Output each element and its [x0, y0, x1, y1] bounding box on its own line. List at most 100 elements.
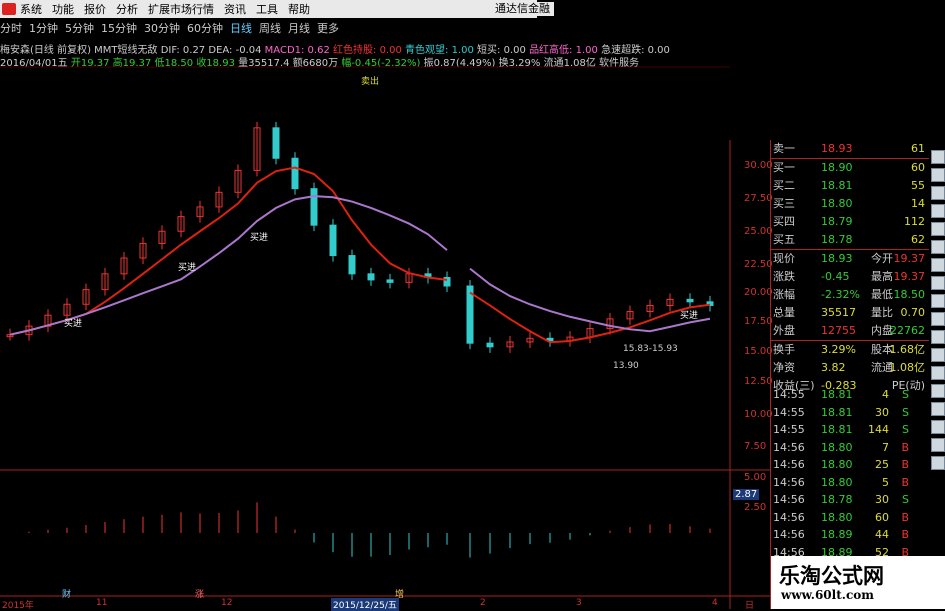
price-tick: 27.50	[744, 193, 773, 204]
stat-row: 总量 35517 量比 0.70	[771, 304, 929, 322]
buy-signal: 买进	[178, 263, 197, 273]
tick-side: B	[901, 475, 909, 489]
price-tick: 25.00	[744, 226, 773, 237]
stat-label: 量比	[871, 306, 893, 319]
stat-value: 3.82	[821, 361, 846, 374]
tick-time: 14:56	[773, 528, 805, 541]
toolbar-icon[interactable]	[931, 276, 945, 290]
toolbar-icon[interactable]	[931, 312, 945, 326]
toolbar-icon[interactable]	[931, 330, 945, 344]
tick-side: S	[902, 405, 909, 419]
tick-volume: 7	[882, 440, 889, 454]
toolbar-icon[interactable]	[931, 348, 945, 362]
order-label: 买一	[773, 161, 795, 174]
toolbar-icon[interactable]	[931, 366, 945, 380]
tick-volume: 5	[882, 475, 889, 489]
toolbar-icon[interactable]	[931, 438, 945, 452]
price-tick: 22.50	[744, 259, 773, 270]
stat-label: 换手	[773, 343, 795, 356]
price-axis: 30.00 27.50 25.00 22.50 20.00 17.50 15.0…	[730, 0, 773, 609]
tick-time: 14:56	[773, 440, 805, 454]
toolbar-icon[interactable]	[931, 204, 945, 218]
buy-signal: 买进	[64, 319, 83, 329]
price-tick: 7.50	[744, 441, 767, 452]
ma-purple-line	[469, 267, 711, 333]
toolbar-icon[interactable]	[931, 240, 945, 254]
stat-value: 35517	[821, 306, 856, 319]
tick-volume: 25	[875, 458, 889, 471]
stat-value: 1.68亿	[889, 343, 926, 356]
toolbar-icon[interactable]	[931, 420, 945, 434]
price-tick: 30.00	[744, 160, 773, 171]
stat-value: 1.08亿	[889, 361, 926, 374]
stat-row: 外盘 12755 内盘 22762	[771, 322, 929, 340]
stat-value: 18.50	[893, 288, 926, 301]
tick-volume: 60	[875, 510, 889, 524]
tick-side: B	[901, 528, 909, 541]
stat-label: 外盘	[773, 324, 795, 337]
stat-label: 今开	[871, 252, 893, 265]
candle	[486, 342, 494, 348]
date-tick: 11	[96, 598, 108, 608]
toolbar-icon[interactable]	[931, 456, 945, 470]
tick-time: 14:56	[773, 458, 805, 471]
range-label: 15.83-15.93	[623, 344, 678, 354]
stat-label: 涨跌	[773, 270, 795, 283]
candlestick-chart[interactable]	[0, 0, 770, 609]
tick-side: S	[902, 423, 909, 436]
stat-value: 19.37	[893, 252, 926, 265]
price-tick: 12.50	[744, 376, 773, 387]
stat-value: 19.37	[893, 270, 926, 283]
tick-price: 18.80	[821, 440, 853, 454]
tick-list[interactable]: 14:55 18.81 4 S 14:55 18.81 30 S 14:55 18.81 144…	[771, 386, 929, 561]
order-label: 买三	[773, 197, 795, 210]
toolbar-icon[interactable]	[931, 384, 945, 398]
candle	[291, 157, 299, 190]
order-volume: 14	[911, 197, 925, 210]
order-book-row: 买四 18.79 112	[771, 213, 929, 231]
date-tick: 2015年	[2, 601, 34, 611]
watermark: 乐淘公式网 www.60lt.com	[771, 556, 945, 609]
toolbar-icon[interactable]	[931, 186, 945, 200]
tick-row: 14:55 18.81 144 S	[771, 421, 929, 439]
tick-row: 14:56 18.80 7 B	[771, 439, 929, 457]
toolbar-icon[interactable]	[931, 402, 945, 416]
date-tick: 4	[712, 598, 718, 608]
tick-price: 18.81	[821, 405, 853, 419]
tick-side: S	[902, 493, 909, 506]
tick-price: 18.80	[821, 458, 853, 471]
stat-value: 0.70	[900, 306, 926, 319]
toolbar-icon[interactable]	[931, 168, 945, 182]
stat-label: 最低	[871, 288, 893, 301]
price-tick: 2.50	[744, 502, 767, 513]
toolbar-icon[interactable]	[931, 294, 945, 308]
moving-averages	[9, 166, 711, 344]
stat-value: -2.32%	[821, 288, 860, 301]
toolbar-icon[interactable]	[931, 258, 945, 272]
order-book-row: 买二 18.81 55	[771, 177, 929, 195]
candle	[348, 255, 356, 275]
candle	[272, 127, 280, 159]
candle	[367, 273, 375, 281]
stat-row: 换手 3.29% 股本 1.68亿	[771, 340, 929, 359]
candle	[310, 188, 318, 226]
tick-time: 14:56	[773, 475, 805, 489]
tick-volume: 144	[868, 423, 889, 436]
toolbar-icon[interactable]	[931, 150, 945, 164]
tick-row: 14:56 18.89 44 B	[771, 526, 929, 544]
candle	[386, 279, 394, 283]
tick-row: 14:55 18.81 30 S	[771, 404, 929, 422]
tick-price: 18.89	[821, 528, 853, 541]
tick-price: 18.80	[821, 475, 853, 489]
toolbar-icon[interactable]	[931, 222, 945, 236]
quote-panel: 卖一 18.93 61 买一 18.90 60 买二 18.81 55 买三 18.80 14 …	[771, 140, 929, 395]
tick-price: 18.80	[821, 510, 853, 524]
watermark-url: www.60lt.com	[781, 588, 874, 602]
order-book-row: 卖一 18.93 61	[771, 140, 929, 158]
stat-label: 总量	[773, 306, 795, 319]
tick-time: 14:56	[773, 493, 805, 506]
order-price: 18.90	[821, 161, 853, 174]
order-label: 买五	[773, 233, 795, 246]
order-volume: 60	[911, 161, 925, 174]
date-tick: 日	[745, 601, 755, 611]
